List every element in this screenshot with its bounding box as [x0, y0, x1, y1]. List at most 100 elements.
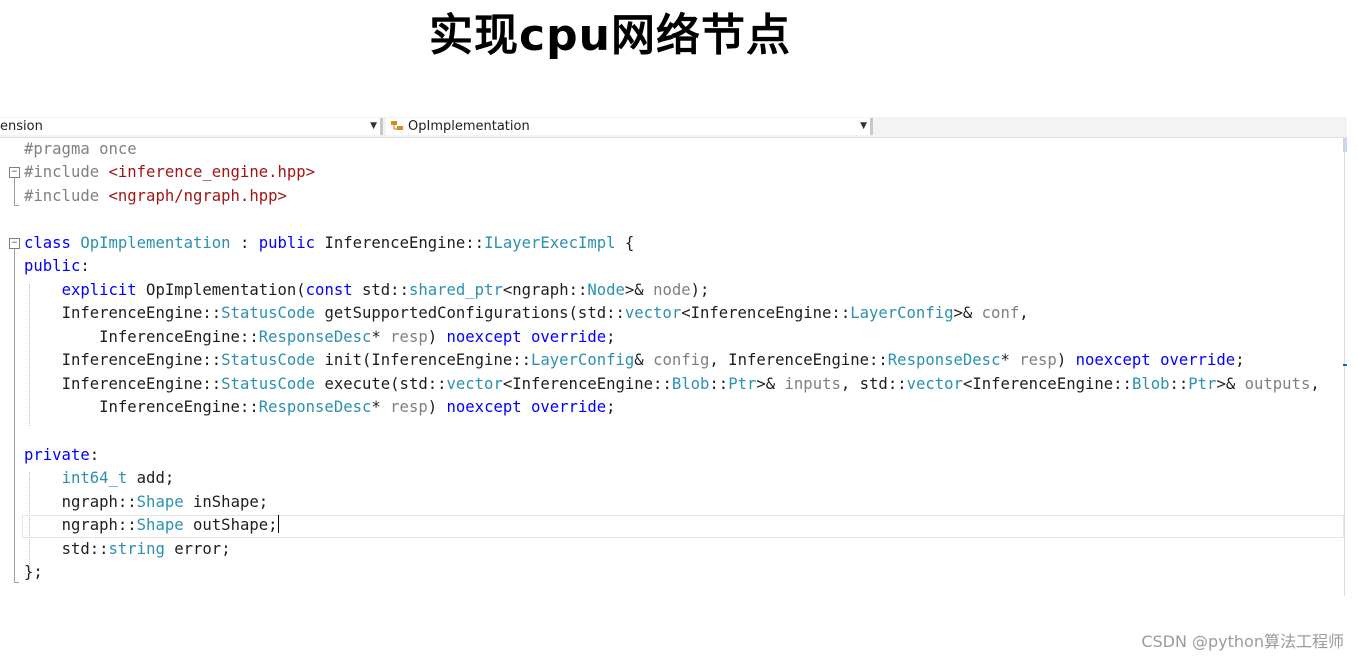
type-name: StatusCode	[221, 304, 316, 322]
type-name: Blob	[1131, 375, 1170, 393]
code-token: <InferenceEngine::	[681, 304, 851, 322]
dropdown-arrow-icon[interactable]: ▼	[370, 118, 377, 135]
code-token: :	[89, 446, 100, 464]
parameter: conf	[981, 304, 1020, 322]
code-token: , InferenceEngine::	[709, 351, 888, 369]
code-line-18: std::string error;	[24, 538, 231, 561]
code-line-19: };	[24, 561, 43, 584]
code-token: <InferenceEngine::	[502, 375, 672, 393]
include-directive: #include	[24, 163, 109, 181]
text-caret	[277, 515, 279, 533]
type-name: vector	[906, 375, 963, 393]
keyword: public	[24, 257, 81, 275]
type-name: Blob	[671, 375, 710, 393]
keyword: override	[531, 328, 607, 346]
class-name: OpImplementation	[80, 234, 231, 252]
keyword: noexcept	[446, 398, 522, 416]
collapse-icon[interactable]: −	[9, 167, 20, 178]
code-token: init(InferenceEngine::	[315, 351, 531, 369]
outline-line	[14, 249, 15, 582]
code-token: )	[427, 398, 447, 416]
code-token: ;	[606, 398, 616, 416]
code-token: ::	[1169, 375, 1189, 393]
keyword: explicit	[61, 281, 137, 299]
code-token: getSupportedConfigurations(std::	[315, 304, 625, 322]
function-dropdown[interactable]	[876, 118, 1347, 135]
code-line-16: ngraph::Shape inShape;	[24, 491, 269, 514]
outline-end	[14, 582, 19, 583]
code-token: std::	[61, 540, 109, 558]
member-dropdown[interactable]: OpImplementation ▼	[386, 118, 873, 135]
code-token: InferenceEngine::	[315, 234, 485, 252]
code-token: InferenceEngine::	[61, 375, 222, 393]
code-token: <InferenceEngine::	[962, 375, 1132, 393]
code-line-9: InferenceEngine::ResponseDesc* resp) noe…	[24, 326, 616, 349]
parameter: resp	[390, 398, 428, 416]
scope-dropdown[interactable]: ension ▼	[0, 118, 383, 135]
code-editor[interactable]: − − #pragma once #include <inference_eng…	[0, 138, 1347, 596]
code-token: {	[615, 234, 635, 252]
code-token: >&	[953, 304, 982, 322]
type-name: ResponseDesc	[258, 328, 372, 346]
parameter: resp	[1019, 351, 1057, 369]
type-name: ILayerExecImpl	[484, 234, 616, 252]
type-name: Ptr	[1188, 375, 1217, 393]
code-token: :	[230, 234, 259, 252]
keyword: private	[24, 446, 90, 464]
collapse-icon[interactable]: −	[9, 238, 20, 249]
code-token: InferenceEngine::	[99, 328, 259, 346]
code-token: ,	[1019, 304, 1029, 322]
include-path: <ngraph/ngraph.hpp>	[108, 187, 287, 205]
code-token: std::	[352, 281, 409, 299]
code-line-1: #pragma once	[24, 138, 137, 161]
member-dropdown-label: OpImplementation	[408, 119, 530, 134]
code-token: ;	[606, 328, 616, 346]
code-token: outShape;	[183, 516, 278, 534]
code-token: inShape;	[183, 493, 269, 511]
code-token: InferenceEngine::	[99, 398, 259, 416]
code-line-10: InferenceEngine::StatusCode init(Inferen…	[24, 349, 1245, 372]
slide-title: 实现cpu网络节点	[429, 10, 791, 61]
code-token: ngraph::	[61, 493, 137, 511]
editor-right-edge	[1344, 138, 1345, 596]
type-name: StatusCode	[221, 375, 316, 393]
code-token: InferenceEngine::	[61, 304, 222, 322]
keyword: override	[1160, 351, 1236, 369]
code-token: ;	[1235, 351, 1245, 369]
code-line-8: InferenceEngine::StatusCode getSupported…	[24, 302, 1029, 325]
code-line-3: #include <ngraph/ngraph.hpp>	[24, 185, 287, 208]
code-line-6: public:	[24, 255, 90, 278]
keyword: noexcept	[1075, 351, 1151, 369]
type-name: string	[108, 540, 165, 558]
code-token: ngraph::	[61, 516, 137, 534]
code-token: , std::	[840, 375, 907, 393]
code-token: )	[1056, 351, 1076, 369]
scope-dropdown-label: ension	[0, 119, 43, 134]
watermark: CSDN @python算法工程师	[1141, 632, 1344, 651]
type-name: vector	[624, 304, 682, 322]
type-name: ResponseDesc	[887, 351, 1001, 369]
type-name: shared_ptr	[408, 281, 503, 299]
code-token: OpImplementation(	[136, 281, 306, 299]
dropdown-arrow-icon[interactable]: ▼	[860, 118, 867, 135]
parameter: inputs	[784, 375, 841, 393]
code-token: )	[427, 328, 447, 346]
type-name: Ptr	[728, 375, 757, 393]
type-name: vector	[446, 375, 503, 393]
code-line-12: InferenceEngine::ResponseDesc* resp) noe…	[24, 396, 616, 419]
scroll-marker	[1343, 364, 1347, 366]
include-path: <inference_engine.hpp>	[108, 163, 316, 181]
code-token: *	[371, 398, 391, 416]
pragma-directive: #pragma once	[24, 140, 137, 158]
editor-navigation-bar: ension ▼ OpImplementation ▼	[0, 117, 1347, 138]
type-name: Shape	[136, 516, 184, 534]
type-name: ResponseDesc	[258, 398, 372, 416]
